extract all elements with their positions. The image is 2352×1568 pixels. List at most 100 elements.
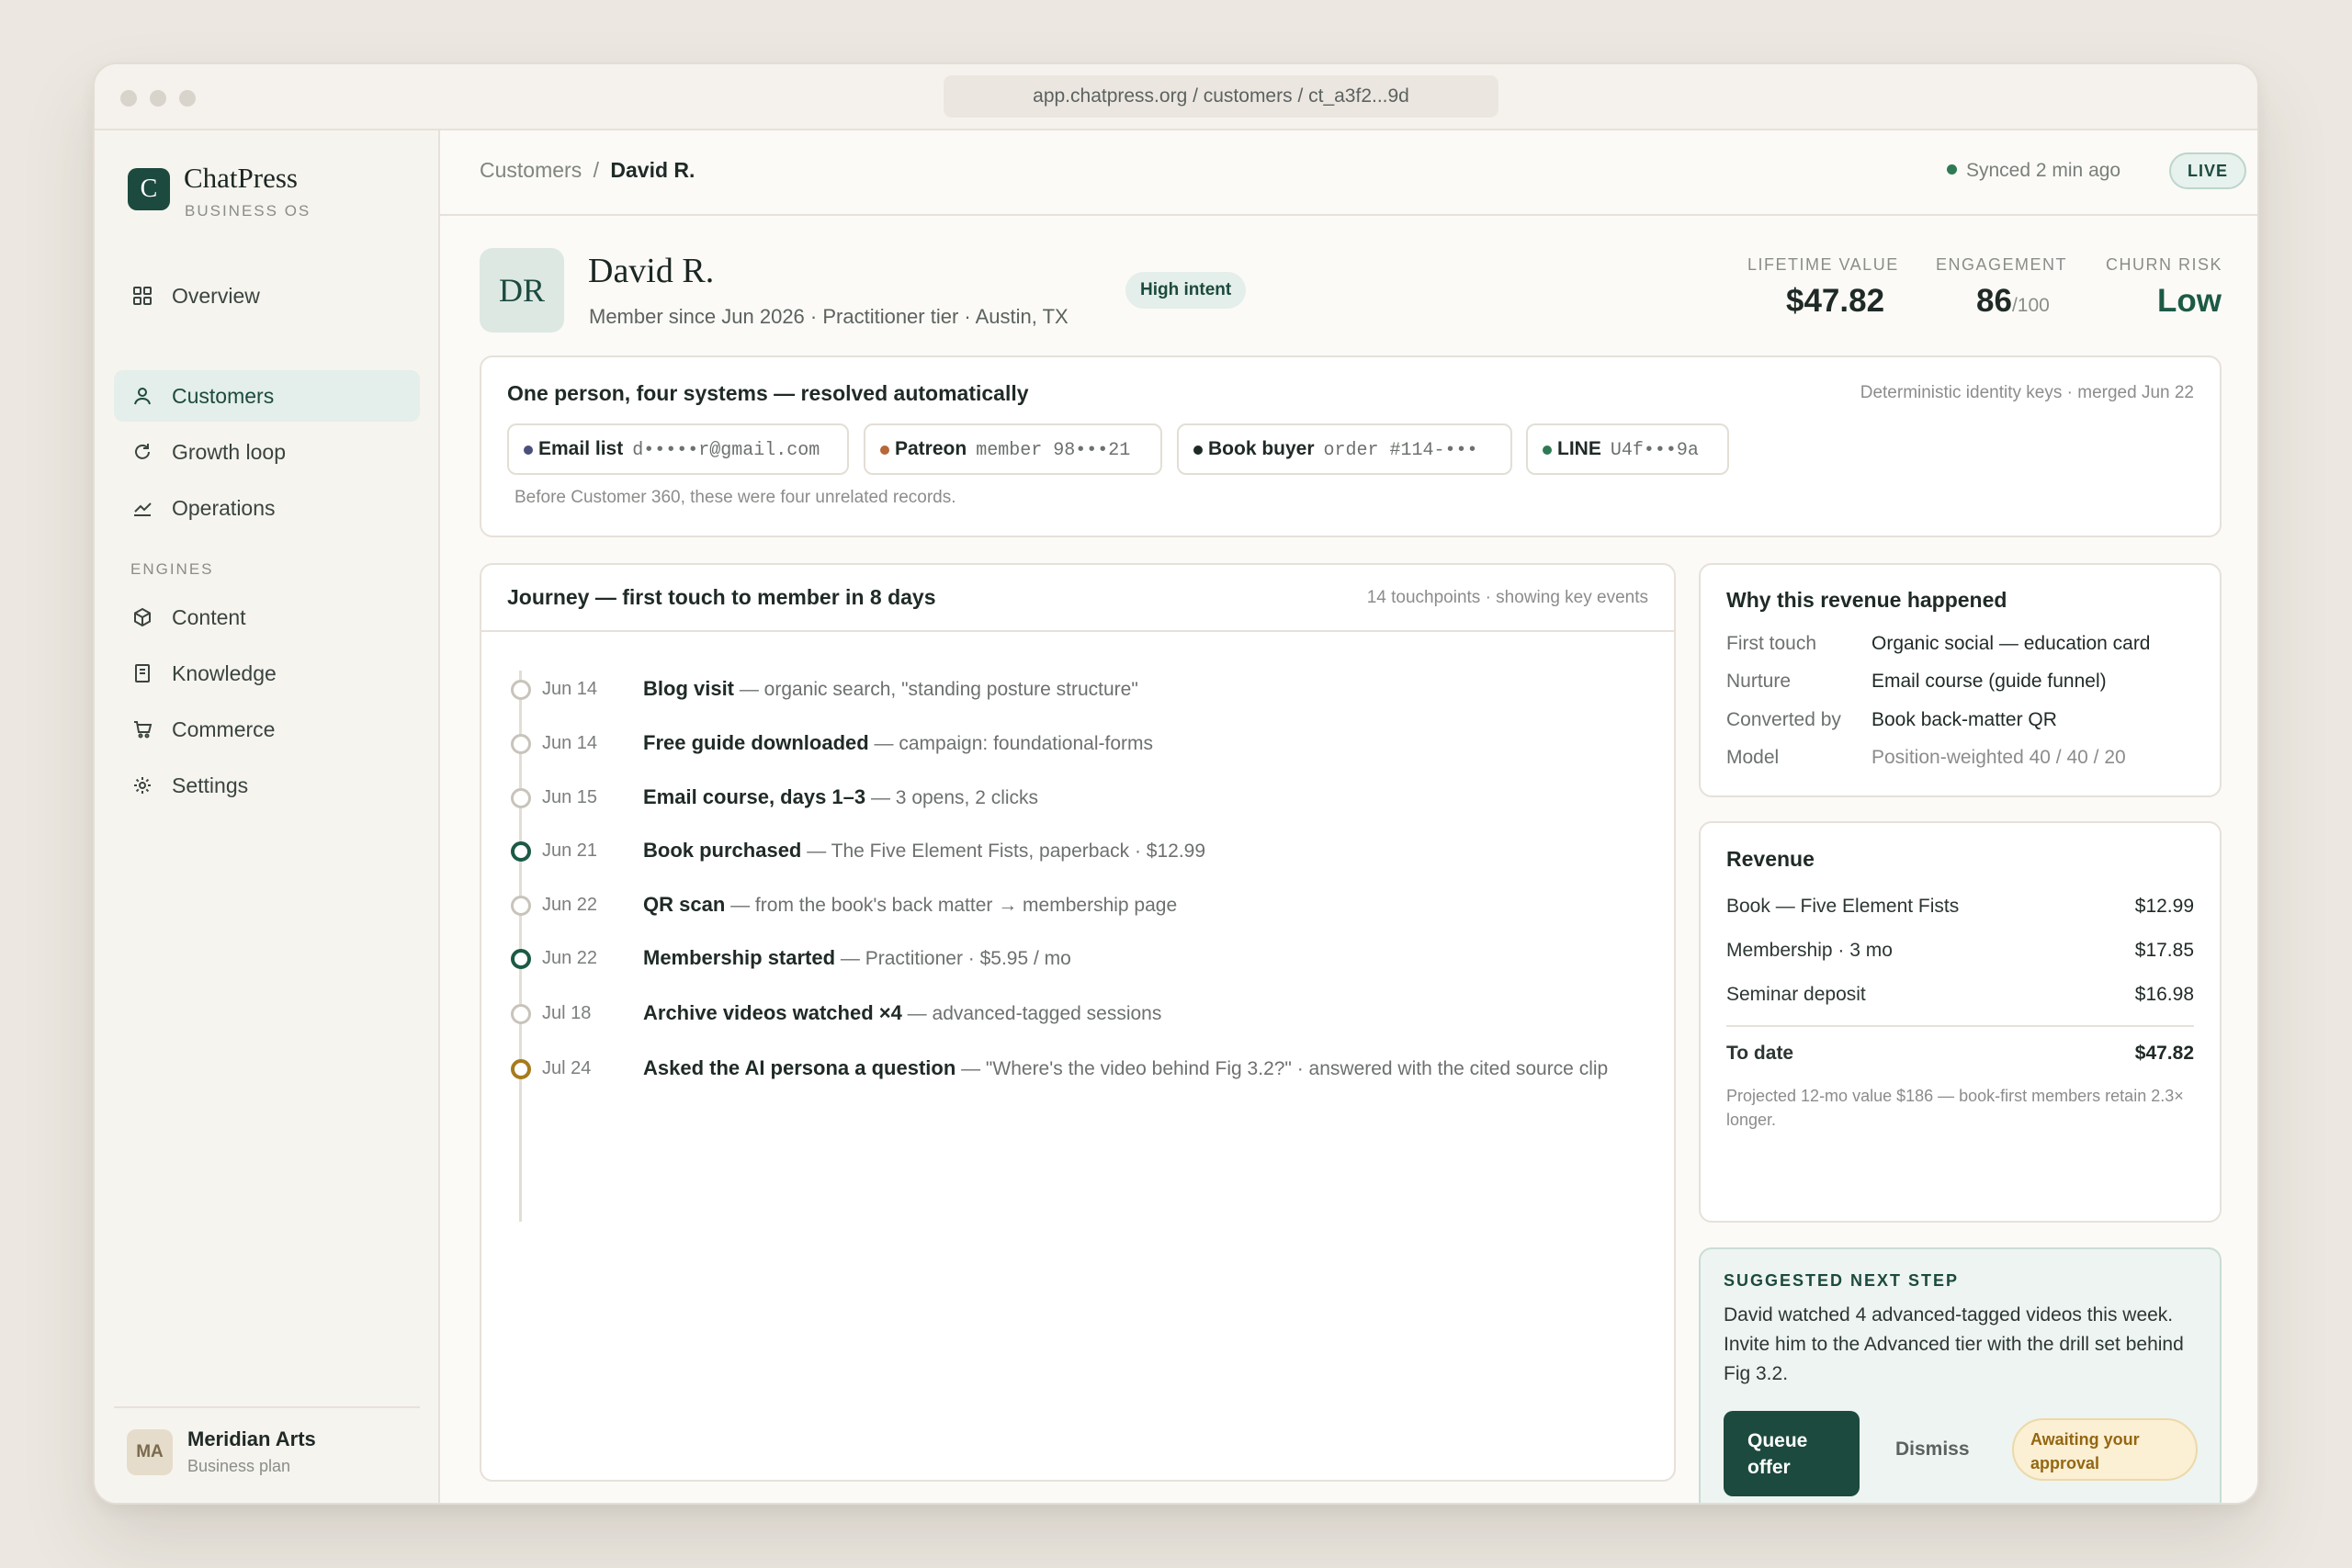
dismiss-button[interactable]: Dismiss: [1895, 1438, 1970, 1461]
customer-meta: Member since Jun 2026 · Practitioner tie…: [589, 305, 1069, 328]
timeline-dot: [511, 1004, 531, 1024]
next-step-heading: SUGGESTED NEXT STEP: [1724, 1271, 1960, 1290]
sidebar-item-label: Settings: [172, 773, 249, 797]
sidebar-item-settings[interactable]: Settings: [114, 760, 420, 811]
event-date: Jun 21: [542, 840, 598, 861]
intent-badge: High intent: [1125, 272, 1247, 309]
sidebar-item-growth-loop[interactable]: Growth loop: [114, 426, 420, 478]
event-title: Book purchased: [643, 839, 802, 862]
sidebar-item-label: Knowledge: [172, 661, 277, 685]
sidebar-item-label: Operations: [172, 496, 276, 520]
url-bar[interactable]: app.chatpress.org / customers / ct_a3f2.…: [944, 75, 1498, 118]
journey-title: Journey — first touch to member in 8 day…: [507, 585, 936, 609]
timeline-dot: [511, 896, 531, 916]
event-date: Jun 22: [542, 895, 598, 915]
attribution-value: Email course (guide funnel): [1871, 671, 2107, 692]
ltv-value: $47.82: [1786, 283, 1885, 319]
event-text: Asked the AI persona a question — "Where…: [643, 1053, 1654, 1085]
event-title: Archive videos watched ×4: [643, 1001, 902, 1024]
sidebar-item-overview[interactable]: Overview: [114, 270, 420, 321]
event-text: Membership started — Practitioner · $5.9…: [643, 942, 1654, 975]
event-title: Asked the AI persona a question: [643, 1056, 956, 1079]
org-avatar[interactable]: MA: [127, 1429, 173, 1475]
customer-name: David R.: [588, 252, 715, 290]
chip-label: Patreon: [895, 438, 967, 459]
event-detail: — advanced-tagged sessions: [901, 1003, 1162, 1024]
window-maximize-dot[interactable]: [179, 90, 196, 107]
event-text: Blog visit — organic search, "standing p…: [643, 673, 1654, 705]
engines-section-label: ENGINES: [130, 560, 214, 578]
attribution-key: Converted by: [1726, 709, 1841, 730]
revenue-item-value: $12.99: [2134, 896, 2194, 917]
engagement-label: ENGAGEMENT: [1936, 255, 2068, 274]
event-title: Email course, days 1–3: [643, 785, 866, 808]
window-minimize-dot[interactable]: [150, 90, 166, 107]
journey-divider: [481, 630, 1674, 632]
event-text: Book purchased — The Five Element Fists,…: [643, 835, 1654, 867]
next-step-body: David watched 4 advanced-tagged videos t…: [1724, 1304, 2184, 1384]
sidebar-item-label: Customers: [172, 384, 275, 408]
brand-subtitle: BUSINESS OS: [185, 202, 311, 220]
brand-logo: C: [128, 168, 170, 210]
journey-card: Journey — first touch to member in 8 day…: [480, 563, 1676, 1482]
timeline-dot-milestone: [511, 841, 531, 862]
app-window: app.chatpress.org / customers / ct_a3f2.…: [93, 62, 2259, 1505]
chip-label: Email list: [538, 438, 624, 459]
attribution-title: Why this revenue happened: [1726, 588, 2007, 612]
timeline-dot: [511, 734, 531, 754]
event-text: QR scan — from the book's back matter → …: [643, 889, 1654, 921]
identity-note: Deterministic identity keys · merged Jun…: [1860, 383, 2194, 402]
attribution-value: Book back-matter QR: [1871, 709, 2057, 730]
revenue-item-value: $17.85: [2134, 940, 2194, 961]
revenue-total-value: $47.82: [2134, 1043, 2194, 1064]
identity-chip-book-buyer[interactable]: Book buyer order #114-•••: [1177, 423, 1512, 475]
window-close-dot[interactable]: [120, 90, 137, 107]
gear-icon: [134, 777, 151, 794]
attribution-key: Model: [1726, 747, 1780, 768]
timeline-dot-milestone: [511, 949, 531, 969]
event-date: Jun 15: [542, 787, 598, 807]
org-plan: Business plan: [187, 1457, 291, 1475]
attribution-card: Why this revenue happened First touch Or…: [1699, 563, 2222, 797]
event-date: Jun 14: [542, 679, 598, 699]
identity-chip-email[interactable]: Email list d•••••r@gmail.com: [507, 423, 849, 475]
sidebar-item-label: Growth loop: [172, 440, 287, 464]
cube-icon: [134, 607, 151, 627]
identity-chip-line[interactable]: LINE U4f•••9a: [1526, 423, 1729, 475]
event-text: Free guide downloaded — campaign: founda…: [643, 728, 1654, 760]
event-text: Archive videos watched ×4 — advanced-tag…: [643, 998, 1654, 1030]
event-text: Email course, days 1–3 — 3 opens, 2 clic…: [643, 782, 1654, 814]
sync-status-dot: [1947, 164, 1957, 175]
event-detail: — campaign: foundational-forms: [868, 733, 1154, 754]
identity-footnote: Before Customer 360, these were four unr…: [514, 488, 956, 507]
chip-value: member 98•••21: [976, 440, 1131, 461]
top-bar: Customers / David R. Synced 2 min ago LI…: [440, 130, 2257, 216]
sidebar-item-knowledge[interactable]: Knowledge: [114, 648, 420, 699]
breadcrumb-root[interactable]: Customers: [480, 158, 582, 182]
churn-label: CHURN RISK: [2106, 255, 2223, 274]
sidebar-divider: [114, 1406, 420, 1408]
churn-value: Low: [2157, 283, 2222, 319]
timeline-dot-highlight: [511, 1059, 531, 1079]
book-icon: [135, 664, 150, 682]
chip-dot: [524, 446, 533, 455]
org-name[interactable]: Meridian Arts: [187, 1427, 316, 1451]
sidebar: C ChatPress BUSINESS OS Overview Custome…: [95, 130, 440, 1503]
loop-icon: [135, 444, 150, 459]
event-date: Jun 22: [542, 948, 598, 968]
chip-label: Book buyer: [1208, 438, 1315, 459]
sidebar-item-commerce[interactable]: Commerce: [114, 704, 420, 755]
live-badge: LIVE: [2169, 152, 2246, 189]
sidebar-item-label: Overview: [172, 284, 260, 308]
queue-offer-button[interactable]: Queue offer: [1724, 1411, 1860, 1496]
sidebar-item-customers[interactable]: Customers: [114, 370, 420, 422]
event-title: QR scan: [643, 893, 726, 916]
sidebar-item-operations[interactable]: Operations: [114, 482, 420, 534]
event-date: Jul 24: [542, 1058, 592, 1078]
engagement-value: 86/100: [1976, 283, 2050, 320]
trend-icon: [134, 502, 152, 516]
revenue-total-label: To date: [1726, 1043, 1794, 1064]
brand-name: ChatPress: [184, 162, 298, 194]
identity-chip-patreon[interactable]: Patreon member 98•••21: [864, 423, 1162, 475]
sidebar-item-content[interactable]: Content: [114, 592, 420, 643]
